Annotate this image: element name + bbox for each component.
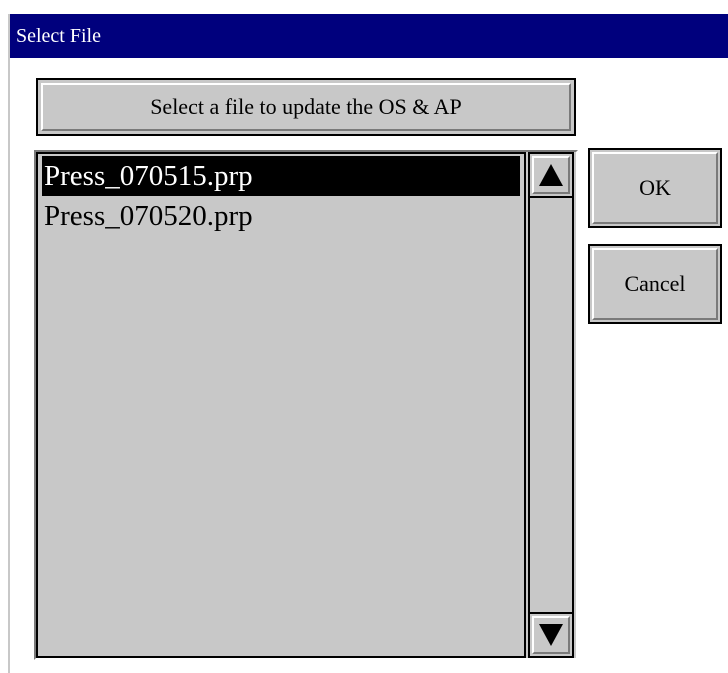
top-gap — [0, 0, 728, 14]
ok-button-label: OK — [639, 175, 671, 200]
cancel-button-label: Cancel — [624, 271, 686, 296]
scroll-track[interactable] — [528, 198, 574, 612]
file-listbox: Press_070515.prp Press_070520.prp — [34, 150, 578, 660]
ok-button[interactable]: OK — [588, 148, 722, 228]
instruction-text: Select a file to update the OS & AP — [150, 94, 462, 119]
file-list[interactable]: Press_070515.prp Press_070520.prp — [36, 152, 526, 658]
file-list-item[interactable]: Press_070520.prp — [42, 196, 520, 236]
select-file-dialog: Select File Select a file to update the … — [8, 14, 728, 673]
triangle-up-icon — [539, 164, 563, 186]
file-list-item[interactable]: Press_070515.prp — [42, 156, 520, 196]
dialog-title: Select File — [16, 25, 101, 47]
scroll-down-button[interactable] — [528, 612, 574, 658]
instruction-banner: Select a file to update the OS & AP — [36, 78, 576, 136]
triangle-down-icon — [539, 624, 563, 646]
cancel-button[interactable]: Cancel — [588, 244, 722, 324]
dialog-titlebar[interactable]: Select File — [10, 14, 728, 58]
vertical-scrollbar[interactable] — [526, 152, 576, 658]
scroll-up-button[interactable] — [528, 152, 574, 198]
